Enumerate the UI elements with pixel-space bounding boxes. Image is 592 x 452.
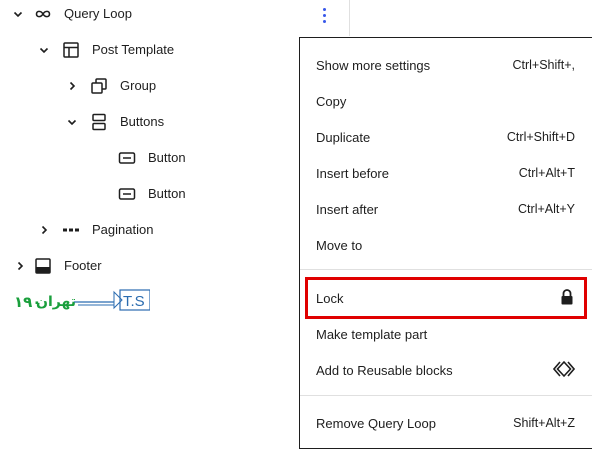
menu-item-label: Make template part	[316, 326, 428, 342]
menu-item-label: Show more settings	[316, 57, 431, 73]
tree-item-label: Post Template	[92, 42, 175, 57]
tree-item-post-template[interactable]: Post Template	[0, 32, 300, 68]
menu-item-insert-after[interactable]: Insert after Ctrl+Alt+Y	[300, 191, 592, 227]
loop-icon	[33, 4, 53, 24]
menu-item-shortcut: Shift+Alt+Z	[513, 416, 575, 430]
menu-item-label: Insert after	[316, 201, 379, 217]
menu-item-label: Remove Query Loop	[316, 415, 436, 431]
toolbar-divider	[349, 0, 350, 36]
tree-item-query-loop[interactable]: Query Loop	[0, 0, 300, 32]
menu-separator	[300, 269, 592, 270]
layout-icon	[61, 40, 81, 60]
menu-item-add-to-reusable-blocks[interactable]: Add to Reusable blocks	[300, 352, 592, 388]
menu-item-remove-query-loop[interactable]: Remove Query Loop Shift+Alt+Z	[300, 405, 592, 441]
menu-item-label: Copy	[316, 93, 347, 109]
chevron-down-icon[interactable]	[12, 8, 24, 20]
chevron-down-icon[interactable]	[38, 44, 50, 56]
watermark-persian: تهران	[36, 294, 76, 310]
menu-item-copy[interactable]: Copy	[300, 83, 592, 119]
tree-item-label: Pagination	[92, 222, 154, 237]
menu-item-label: Insert before	[316, 165, 389, 181]
menu-item-label: Duplicate	[316, 129, 371, 145]
menu-item-shortcut: Ctrl+Alt+Y	[518, 202, 575, 216]
tree-item-pagination[interactable]: Pagination	[0, 212, 300, 248]
group-icon	[89, 76, 109, 96]
menu-item-label: Add to Reusable blocks	[316, 362, 453, 378]
menu-item-insert-before[interactable]: Insert before Ctrl+Alt+T	[300, 155, 592, 191]
tree-item-button[interactable]: Button	[0, 176, 300, 212]
block-options-menu: Show more settings Ctrl+Shift+, Copy Dup…	[299, 37, 592, 449]
tree-item-label: Query Loop	[64, 6, 132, 21]
block-options-kebab-icon[interactable]	[314, 4, 334, 26]
menu-item-shortcut: Ctrl+Shift+,	[512, 58, 575, 72]
tree-item-button[interactable]: Button	[0, 140, 300, 176]
menu-item-make-template-part[interactable]: Make template part	[300, 316, 592, 352]
menu-item-label: Move to	[316, 237, 363, 253]
menu-item-show-more-settings[interactable]: Show more settings Ctrl+Shift+,	[300, 47, 592, 83]
tree-item-label: Buttons	[120, 114, 165, 129]
tree-item-buttons[interactable]: Buttons	[0, 104, 300, 140]
tree-item-group[interactable]: Group	[0, 68, 300, 104]
footer-icon	[33, 256, 53, 276]
button-icon	[117, 184, 137, 204]
menu-separator	[300, 395, 592, 396]
menu-item-shortcut: Ctrl+Alt+T	[518, 166, 575, 180]
tree-item-label: Button	[148, 150, 186, 165]
button-icon	[117, 148, 137, 168]
tree-item-label: Button	[148, 186, 186, 201]
menu-item-move-to[interactable]: Move to	[300, 227, 592, 263]
buttons-icon	[89, 112, 109, 132]
lock-highlight-box	[305, 277, 587, 319]
watermark-logo: ۱۹۰ تهران T.S	[14, 288, 151, 312]
pagination-icon	[61, 220, 81, 240]
tree-item-footer[interactable]: Footer	[0, 248, 300, 284]
tree-item-label: Footer	[64, 258, 102, 273]
watermark-latin: T.S	[123, 293, 145, 310]
tree-item-label: Group	[120, 78, 157, 93]
menu-item-duplicate[interactable]: Duplicate Ctrl+Shift+D	[300, 119, 592, 155]
reusable-block-icon	[552, 360, 576, 381]
menu-item-shortcut: Ctrl+Shift+D	[506, 130, 575, 144]
chevron-right-icon[interactable]	[14, 260, 26, 272]
chevron-right-icon[interactable]	[38, 224, 50, 236]
chevron-down-icon[interactable]	[66, 116, 78, 128]
chevron-right-icon[interactable]	[66, 80, 78, 92]
